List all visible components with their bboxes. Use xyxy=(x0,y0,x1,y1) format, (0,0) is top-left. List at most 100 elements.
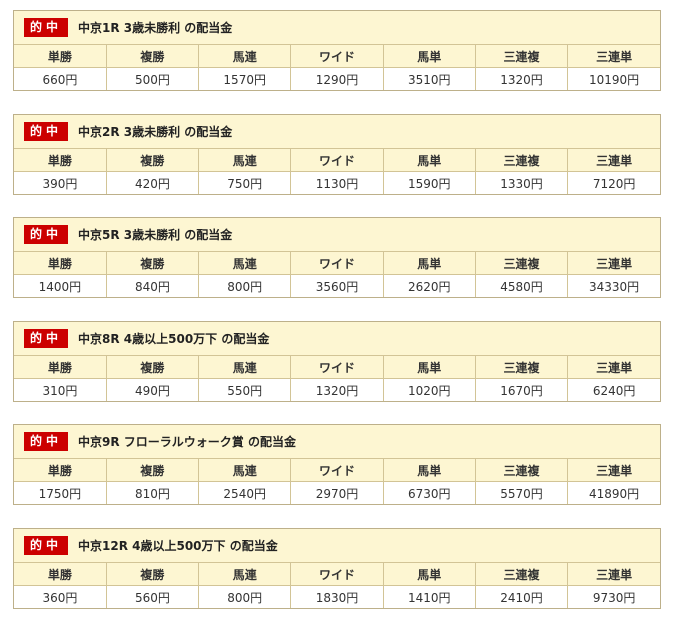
payout-fukusho: 560円 xyxy=(106,585,200,608)
payout-row: 310円 490円 550円 1320円 1020円 1670円 6240円 xyxy=(14,378,660,401)
payout-sanrenpuku: 4580円 xyxy=(475,274,569,297)
bet-type-tansho: 単勝 xyxy=(14,252,107,275)
bet-type-sanrentan: 三連単 xyxy=(567,356,660,379)
bet-type-wide: ワイド xyxy=(290,45,384,68)
hit-badge: 的中 xyxy=(24,225,69,244)
payout-umaren: 750円 xyxy=(198,171,292,194)
bet-type-sanrenpuku: 三連複 xyxy=(475,356,569,379)
race-title: 中京8R 4歳以上500万下 の配当金 xyxy=(78,332,270,346)
bet-type-sanrenpuku: 三連複 xyxy=(475,563,569,586)
payout-page: 的中 中京1R 3歳未勝利 の配当金 単勝 複勝 馬連 ワイド 馬単 三連複 三… xyxy=(0,0,675,639)
payout-fukusho: 500円 xyxy=(106,67,200,90)
bet-type-header-row: 単勝 複勝 馬連 ワイド 馬単 三連複 三連単 xyxy=(14,252,660,275)
bet-type-wide: ワイド xyxy=(290,563,384,586)
bet-type-tansho: 単勝 xyxy=(14,459,107,482)
payout-fukusho: 840円 xyxy=(106,274,200,297)
payout-umatan: 1020円 xyxy=(383,378,476,401)
bet-type-tansho: 単勝 xyxy=(14,45,107,68)
payout-umatan: 3510円 xyxy=(383,67,476,90)
bet-type-tansho: 単勝 xyxy=(14,149,107,172)
payout-fukusho: 420円 xyxy=(106,171,200,194)
payout-tansho: 660円 xyxy=(14,67,107,90)
payout-wide: 1290円 xyxy=(290,67,384,90)
bet-type-wide: ワイド xyxy=(290,459,384,482)
payout-fukusho: 490円 xyxy=(106,378,200,401)
payout-tansho: 390円 xyxy=(14,171,107,194)
payout-table: 単勝 複勝 馬連 ワイド 馬単 三連複 三連単 310円 490円 550円 1… xyxy=(14,356,660,401)
payout-table: 単勝 複勝 馬連 ワイド 馬単 三連複 三連単 360円 560円 800円 1… xyxy=(14,563,660,608)
bet-type-umaren: 馬連 xyxy=(198,563,292,586)
payout-sanrenpuku: 1330円 xyxy=(475,171,569,194)
bet-type-tansho: 単勝 xyxy=(14,563,107,586)
payout-sanrentan: 10190円 xyxy=(589,72,640,87)
payout-sanrenpuku: 1320円 xyxy=(475,67,569,90)
payout-row: 660円 500円 1570円 1290円 3510円 1320円 10190円 xyxy=(14,67,660,90)
bet-type-header-row: 単勝 複勝 馬連 ワイド 馬単 三連複 三連単 xyxy=(14,563,660,586)
bet-type-fukusho: 複勝 xyxy=(106,252,200,275)
race-title: 中京9R フローラルウォーク賞 の配当金 xyxy=(78,435,296,449)
bet-type-wide: ワイド xyxy=(290,356,384,379)
bet-type-fukusho: 複勝 xyxy=(106,563,200,586)
race-payout-block: 的中 中京1R 3歳未勝利 の配当金 単勝 複勝 馬連 ワイド 馬単 三連複 三… xyxy=(13,10,661,91)
bet-type-sanrenpuku: 三連複 xyxy=(475,45,569,68)
bet-type-sanrenpuku: 三連複 xyxy=(475,252,569,275)
hit-badge: 的中 xyxy=(24,536,69,555)
payout-umatan: 6730円 xyxy=(383,481,476,504)
payout-row: 1750円 810円 2540円 2970円 6730円 5570円 41890… xyxy=(14,481,660,504)
bet-type-fukusho: 複勝 xyxy=(106,45,200,68)
race-title: 中京2R 3歳未勝利 の配当金 xyxy=(78,125,233,139)
bet-type-umaren: 馬連 xyxy=(198,356,292,379)
race-title: 中京1R 3歳未勝利 の配当金 xyxy=(78,21,233,35)
payout-wide: 3560円 xyxy=(290,274,384,297)
bet-type-umaren: 馬連 xyxy=(198,459,292,482)
bet-type-umatan: 馬単 xyxy=(383,45,476,68)
payout-table: 単勝 複勝 馬連 ワイド 馬単 三連複 三連単 660円 500円 1570円 … xyxy=(14,45,660,90)
payout-row: 1400円 840円 800円 3560円 2620円 4580円 34330円 xyxy=(14,274,660,297)
bet-type-umatan: 馬単 xyxy=(383,149,476,172)
payout-row: 390円 420円 750円 1130円 1590円 1330円 7120円 xyxy=(14,171,660,194)
bet-type-header-row: 単勝 複勝 馬連 ワイド 馬単 三連複 三連単 xyxy=(14,149,660,172)
bet-type-sanrentan: 三連単 xyxy=(567,563,660,586)
race-header: 的中 中京2R 3歳未勝利 の配当金 xyxy=(14,115,660,149)
payout-sanrenpuku: 2410円 xyxy=(475,585,569,608)
payout-umatan: 2620円 xyxy=(383,274,476,297)
bet-type-umaren: 馬連 xyxy=(198,149,292,172)
payout-wide: 1830円 xyxy=(290,585,384,608)
payout-umatan: 1410円 xyxy=(383,585,476,608)
payout-sanrentan: 6240円 xyxy=(592,383,636,398)
hit-badge: 的中 xyxy=(24,432,69,451)
race-title: 中京12R 4歳以上500万下 の配当金 xyxy=(78,539,278,553)
bet-type-wide: ワイド xyxy=(290,252,384,275)
bet-type-header-row: 単勝 複勝 馬連 ワイド 馬単 三連複 三連単 xyxy=(14,45,660,68)
bet-type-wide: ワイド xyxy=(290,149,384,172)
payout-sanrentan: 34330円 xyxy=(589,279,640,294)
payout-tansho: 1750円 xyxy=(14,481,107,504)
race-payout-block: 的中 中京8R 4歳以上500万下 の配当金 単勝 複勝 馬連 ワイド 馬単 三… xyxy=(13,321,661,402)
payout-umaren: 800円 xyxy=(198,274,292,297)
payout-wide: 1320円 xyxy=(290,378,384,401)
bet-type-umatan: 馬単 xyxy=(383,563,476,586)
hit-badge: 的中 xyxy=(24,18,69,37)
bet-type-sanrenpuku: 三連複 xyxy=(475,459,569,482)
hit-badge: 的中 xyxy=(24,122,69,141)
bet-type-sanrentan: 三連単 xyxy=(567,45,660,68)
payout-umaren: 800円 xyxy=(198,585,292,608)
bet-type-fukusho: 複勝 xyxy=(106,356,200,379)
race-header: 的中 中京8R 4歳以上500万下 の配当金 xyxy=(14,322,660,356)
payout-table: 単勝 複勝 馬連 ワイド 馬単 三連複 三連単 1400円 840円 800円 … xyxy=(14,252,660,297)
bet-type-header-row: 単勝 複勝 馬連 ワイド 馬単 三連複 三連単 xyxy=(14,356,660,379)
payout-tansho: 310円 xyxy=(14,378,107,401)
payout-umaren: 1570円 xyxy=(198,67,292,90)
bet-type-tansho: 単勝 xyxy=(14,356,107,379)
race-payout-block: 的中 中京2R 3歳未勝利 の配当金 単勝 複勝 馬連 ワイド 馬単 三連複 三… xyxy=(13,114,661,195)
bet-type-umaren: 馬連 xyxy=(198,45,292,68)
bet-type-sanrenpuku: 三連複 xyxy=(475,149,569,172)
payout-sanrentan: 9730円 xyxy=(592,590,636,605)
bet-type-umatan: 馬単 xyxy=(383,356,476,379)
payout-wide: 1130円 xyxy=(290,171,384,194)
race-header: 的中 中京12R 4歳以上500万下 の配当金 xyxy=(14,529,660,563)
bet-type-sanrentan: 三連単 xyxy=(567,252,660,275)
race-header: 的中 中京9R フローラルウォーク賞 の配当金 xyxy=(14,425,660,459)
payout-table: 単勝 複勝 馬連 ワイド 馬単 三連複 三連単 390円 420円 750円 1… xyxy=(14,149,660,194)
payout-umaren: 550円 xyxy=(198,378,292,401)
